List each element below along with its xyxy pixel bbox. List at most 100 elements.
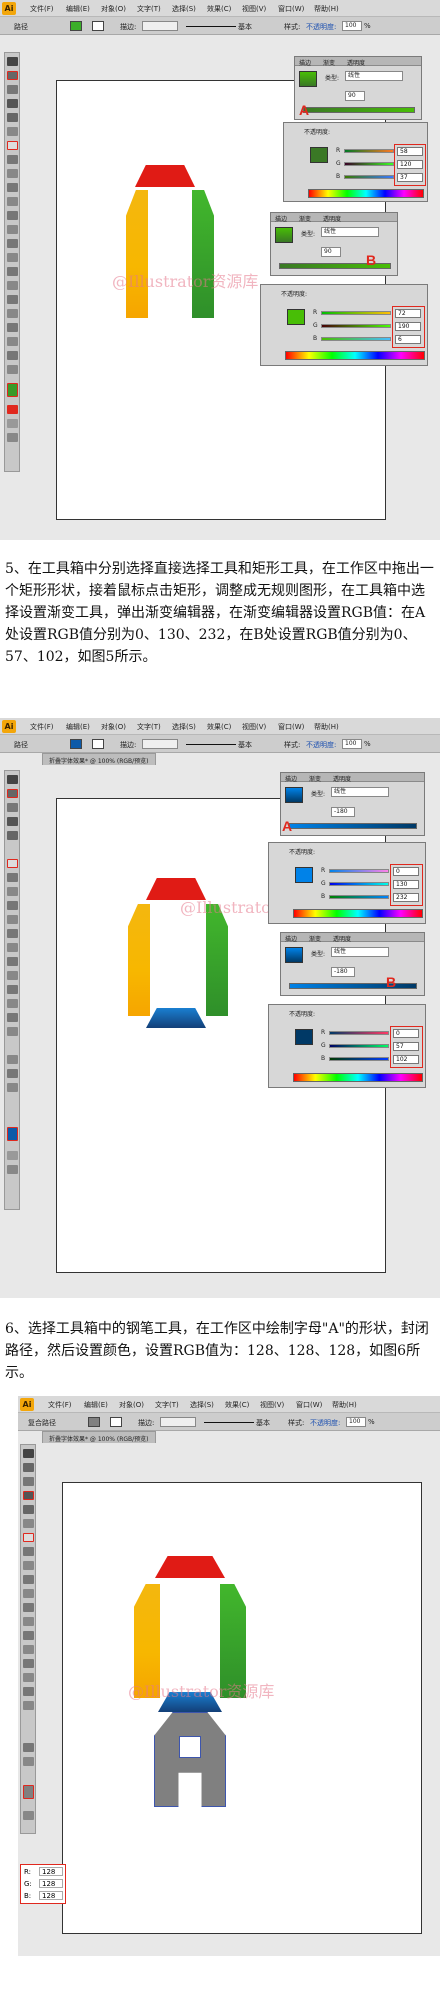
fill-swatch[interactable]: [70, 739, 82, 749]
free-transform-tool-icon[interactable]: [7, 225, 18, 234]
rectangle-tool-icon[interactable]: [23, 1533, 34, 1542]
draw-mode-icon[interactable]: [7, 1151, 18, 1160]
hand-tool-icon[interactable]: [7, 1069, 18, 1078]
pencil-tool-icon[interactable]: [7, 169, 18, 178]
scale-tool-icon[interactable]: [7, 197, 18, 206]
graph-tool-icon[interactable]: [7, 971, 18, 980]
scale-tool-icon[interactable]: [23, 1589, 34, 1598]
rectangle-tool-icon[interactable]: [7, 859, 18, 868]
hand-tool-icon[interactable]: [23, 1743, 34, 1752]
blend-tool-icon[interactable]: [7, 309, 18, 318]
slice-tool-icon[interactable]: [7, 323, 18, 332]
menu-help[interactable]: 帮助(H): [332, 1400, 357, 1410]
tab-transparency[interactable]: 透明度: [333, 774, 351, 783]
selection-tool-icon[interactable]: [7, 775, 18, 784]
opacity-input[interactable]: 100: [342, 21, 362, 31]
rotate-tool-icon[interactable]: [7, 901, 18, 910]
g-slider[interactable]: [329, 882, 389, 886]
menu-help[interactable]: 帮助(H): [314, 4, 339, 14]
graph-tool-icon[interactable]: [23, 1645, 34, 1654]
warp-tool-icon[interactable]: [7, 929, 18, 938]
tab-stroke[interactable]: 描边: [285, 934, 297, 943]
document-tab[interactable]: 折叠字体效果* @ 100% (RGB/预览): [42, 1431, 156, 1443]
rotate-tool-icon[interactable]: [23, 1575, 34, 1584]
mesh-tool-icon[interactable]: [7, 985, 18, 994]
gradient-slider[interactable]: [289, 983, 417, 989]
stroke-swatch[interactable]: [110, 1417, 122, 1427]
free-transform-tool-icon[interactable]: [7, 943, 18, 952]
menu-type[interactable]: 文字(T): [137, 722, 161, 732]
magic-wand-tool-icon[interactable]: [23, 1477, 34, 1486]
green-bar[interactable]: [192, 190, 214, 318]
line-tool-icon[interactable]: [23, 1519, 34, 1528]
g-slider[interactable]: [344, 162, 394, 166]
tab-gradient[interactable]: 渐变: [309, 934, 321, 943]
opacity-input[interactable]: 100: [346, 1417, 366, 1427]
tab-transparency[interactable]: 透明度: [333, 934, 351, 943]
color-spectrum[interactable]: [293, 1073, 423, 1082]
symbol-sprayer-tool-icon[interactable]: [7, 957, 18, 966]
menu-view[interactable]: 视图(V): [260, 1400, 284, 1410]
color-spectrum[interactable]: [308, 189, 424, 198]
draw-mode-icon[interactable]: [7, 419, 18, 428]
rectangle-tool-icon[interactable]: [7, 141, 18, 150]
scale-tool-icon[interactable]: [7, 915, 18, 924]
yellow-bar[interactable]: [126, 190, 148, 318]
menu-file[interactable]: 文件(F): [30, 4, 54, 14]
menu-window[interactable]: 窗口(W): [278, 4, 304, 14]
blend-tool-icon[interactable]: [23, 1701, 34, 1710]
fill-swatch[interactable]: [88, 1417, 100, 1427]
type-dropdown[interactable]: 线性: [331, 787, 389, 797]
b-slider[interactable]: [321, 337, 391, 341]
color-spectrum[interactable]: [285, 351, 425, 360]
menu-object[interactable]: 对象(O): [101, 4, 126, 14]
b-value[interactable]: 128: [39, 1891, 63, 1900]
eyedropper-tool-icon[interactable]: [7, 1013, 18, 1022]
fill-stroke-icon[interactable]: [7, 383, 18, 397]
menu-view[interactable]: 视图(V): [242, 4, 266, 14]
selection-tool-icon[interactable]: [23, 1449, 34, 1458]
mesh-tool-icon[interactable]: [23, 1659, 34, 1668]
pencil-tool-icon[interactable]: [7, 887, 18, 896]
color-spectrum[interactable]: [293, 909, 423, 918]
r-slider[interactable]: [321, 311, 391, 315]
zoom-tool-icon[interactable]: [7, 365, 18, 374]
type-dropdown[interactable]: 线性: [345, 71, 403, 81]
g-slider[interactable]: [329, 1044, 389, 1048]
menu-file[interactable]: 文件(F): [30, 722, 54, 732]
color-panel-b[interactable]: 不透明度: R G B 72 190 6: [260, 284, 428, 366]
b-slider[interactable]: [344, 175, 394, 179]
screen-mode-icon[interactable]: [7, 433, 18, 442]
gradient-slider[interactable]: [303, 107, 415, 113]
menu-view[interactable]: 视图(V): [242, 722, 266, 732]
eraser-tool-icon[interactable]: [7, 337, 18, 346]
rgb-values-panel[interactable]: R: 128 G: 128 B: 128: [20, 1864, 66, 1904]
tab-stroke[interactable]: 描边: [299, 58, 311, 67]
line-tool-icon[interactable]: [7, 127, 18, 136]
opacity-input[interactable]: 100: [342, 739, 362, 749]
zoom-tool-icon[interactable]: [23, 1757, 34, 1766]
fill-stroke-icon[interactable]: [7, 1127, 18, 1141]
symbol-sprayer-tool-icon[interactable]: [23, 1631, 34, 1640]
zoom-tool-icon[interactable]: [7, 1083, 18, 1092]
pen-tool-icon[interactable]: [7, 99, 18, 108]
angle-input[interactable]: 90: [321, 247, 341, 257]
pen-tool-icon[interactable]: [7, 817, 18, 826]
blend-tool-icon[interactable]: [7, 1027, 18, 1036]
hand-tool-icon[interactable]: [7, 351, 18, 360]
tab-stroke[interactable]: 描边: [275, 214, 287, 223]
stroke-weight-dropdown[interactable]: [142, 21, 178, 31]
eyedropper-tool-icon[interactable]: [23, 1687, 34, 1696]
brush-tool-icon[interactable]: [23, 1547, 34, 1556]
warp-tool-icon[interactable]: [7, 211, 18, 220]
gradient-slider[interactable]: [289, 823, 417, 829]
type-dropdown[interactable]: 线性: [331, 947, 389, 957]
tab-transparency[interactable]: 透明度: [323, 214, 341, 223]
color-panel-a[interactable]: 不透明度: R G B 0 130 232: [268, 842, 426, 924]
stroke-swatch[interactable]: [92, 21, 104, 31]
b-slider[interactable]: [329, 895, 389, 899]
color-panel-a[interactable]: 不透明度: R G B 58 120 37: [283, 122, 428, 202]
gradient-tool-icon[interactable]: [23, 1673, 34, 1682]
menu-effect[interactable]: 效果(C): [207, 4, 231, 14]
free-transform-tool-icon[interactable]: [23, 1617, 34, 1626]
